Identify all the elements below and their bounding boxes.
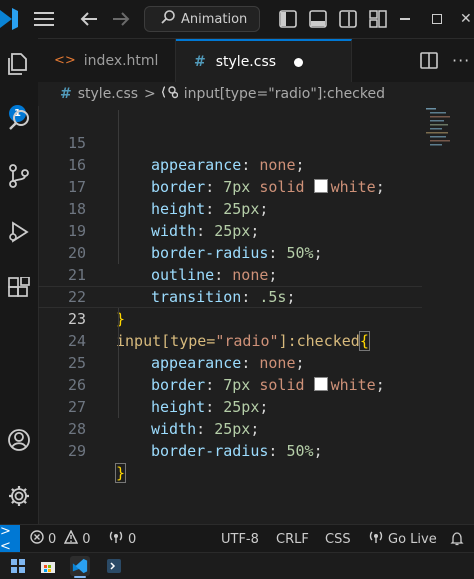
title-bar: Animation ✕ (0, 0, 474, 39)
breadcrumb: # style.css > input[type="radio"]:checke… (38, 82, 474, 106)
tab-index-html[interactable]: <> index.html (38, 39, 176, 82)
warning-icon (64, 529, 79, 548)
store-icon[interactable] (38, 556, 58, 576)
tab-label: index.html (83, 52, 159, 69)
code-line: 25 border: 7px solid white; (38, 330, 422, 394)
encoding-indicator[interactable]: UTF-8 (221, 525, 259, 553)
code-line: 24 appearance: none; (38, 308, 422, 372)
toggle-secondary-sidebar-icon[interactable] (339, 10, 357, 28)
notifications-icon[interactable] (450, 525, 464, 553)
settings-gear-icon[interactable] (0, 478, 38, 514)
css-number: 50% (286, 442, 314, 460)
css-property: border-radius (151, 442, 269, 460)
code-line: 22 } (38, 264, 422, 328)
minimap[interactable] (422, 106, 474, 524)
indent-guide (118, 110, 119, 264)
toggle-panel-icon[interactable] (309, 10, 327, 28)
windows-start-icon[interactable] (8, 556, 28, 576)
code-line: 18 width: 25px; (38, 176, 422, 240)
maximize-icon[interactable] (432, 14, 442, 24)
symbol-icon (161, 85, 178, 103)
ports-indicator[interactable]: 0 (108, 525, 136, 553)
error-icon (30, 530, 44, 548)
code-line: 16 border: 7px solid white; (38, 132, 422, 196)
code-line: 15 appearance: none; (38, 110, 422, 174)
code-line: 17 height: 25px; (38, 154, 422, 218)
warning-count: 0 (82, 531, 91, 547)
menu-icon[interactable] (34, 11, 54, 27)
problems-indicator[interactable]: 0 0 (30, 525, 91, 553)
line-number: 29 (67, 442, 86, 460)
activity-bar: 1 (0, 38, 39, 524)
source-control-icon[interactable] (0, 158, 38, 194)
code-line: 26 height: 25px; (38, 352, 422, 416)
forward-arrow-icon[interactable] (112, 11, 130, 27)
split-editor-icon[interactable] (420, 52, 438, 70)
indent-guide (118, 308, 119, 418)
account-icon[interactable] (0, 422, 38, 458)
toggle-primary-sidebar-icon[interactable] (279, 10, 297, 28)
search-sidebar-icon[interactable] (0, 102, 38, 138)
go-live-label: Go Live (388, 531, 437, 547)
explorer-icon[interactable] (0, 46, 38, 82)
unsaved-dot-icon[interactable] (294, 58, 303, 67)
code-line: 29 } (38, 418, 422, 483)
tab-style-css[interactable]: # style.css (176, 39, 352, 82)
error-count: 0 (48, 531, 57, 547)
os-taskbar (0, 552, 474, 579)
code-line: 19 border-radius: 50%; (38, 198, 422, 262)
extensions-icon[interactable] (0, 270, 38, 306)
code-line: 20 outline: none; (38, 220, 422, 284)
search-icon (161, 10, 175, 28)
go-live-button[interactable]: Go Live (368, 525, 437, 553)
closing-brace: } (114, 463, 127, 483)
eol-indicator[interactable]: CRLF (276, 525, 309, 553)
code-editor[interactable]: 15 appearance: none; 16 border: 7px soli… (38, 106, 422, 524)
css-file-icon: # (194, 53, 206, 70)
search-label: Animation (181, 11, 248, 27)
editor-tab-bar: <> index.html # style.css ··· (38, 39, 474, 83)
terminal-taskbar-icon[interactable] (104, 556, 124, 576)
breadcrumb-separator: > (144, 86, 156, 102)
close-window-icon[interactable]: ✕ (460, 11, 474, 27)
tab-label: style.css (215, 53, 277, 70)
ports-count: 0 (128, 531, 137, 547)
more-actions-icon[interactable]: ··· (452, 51, 474, 70)
css-file-icon: # (60, 86, 72, 102)
code-line: 21 transition: .5s; (38, 242, 422, 306)
code-line: 28 border-radius: 50%; (38, 396, 422, 460)
code-line: 27 width: 25px; (38, 374, 422, 438)
back-arrow-icon[interactable] (80, 11, 98, 27)
broadcast-icon (108, 530, 124, 548)
minimize-icon[interactable] (400, 18, 410, 20)
breadcrumb-file[interactable]: style.css (78, 86, 138, 102)
run-debug-icon[interactable] (0, 214, 38, 250)
vscode-logo-icon (0, 6, 18, 32)
status-bar: >< 0 0 0 UTF-8 CRLF CSS Go Live (0, 524, 474, 554)
remote-indicator[interactable]: >< (0, 524, 20, 554)
vscode-taskbar-icon[interactable] (70, 556, 90, 576)
language-indicator[interactable]: CSS (325, 525, 351, 553)
broadcast-icon (368, 530, 384, 548)
breadcrumb-symbol[interactable]: input[type="radio"]:checked (184, 86, 385, 102)
code-line-current: 23 input[type="radio"]:checked{ (38, 286, 422, 351)
customize-layout-icon[interactable] (369, 10, 387, 28)
html-file-icon: <> (54, 53, 76, 68)
command-center-search[interactable]: Animation (144, 6, 260, 32)
